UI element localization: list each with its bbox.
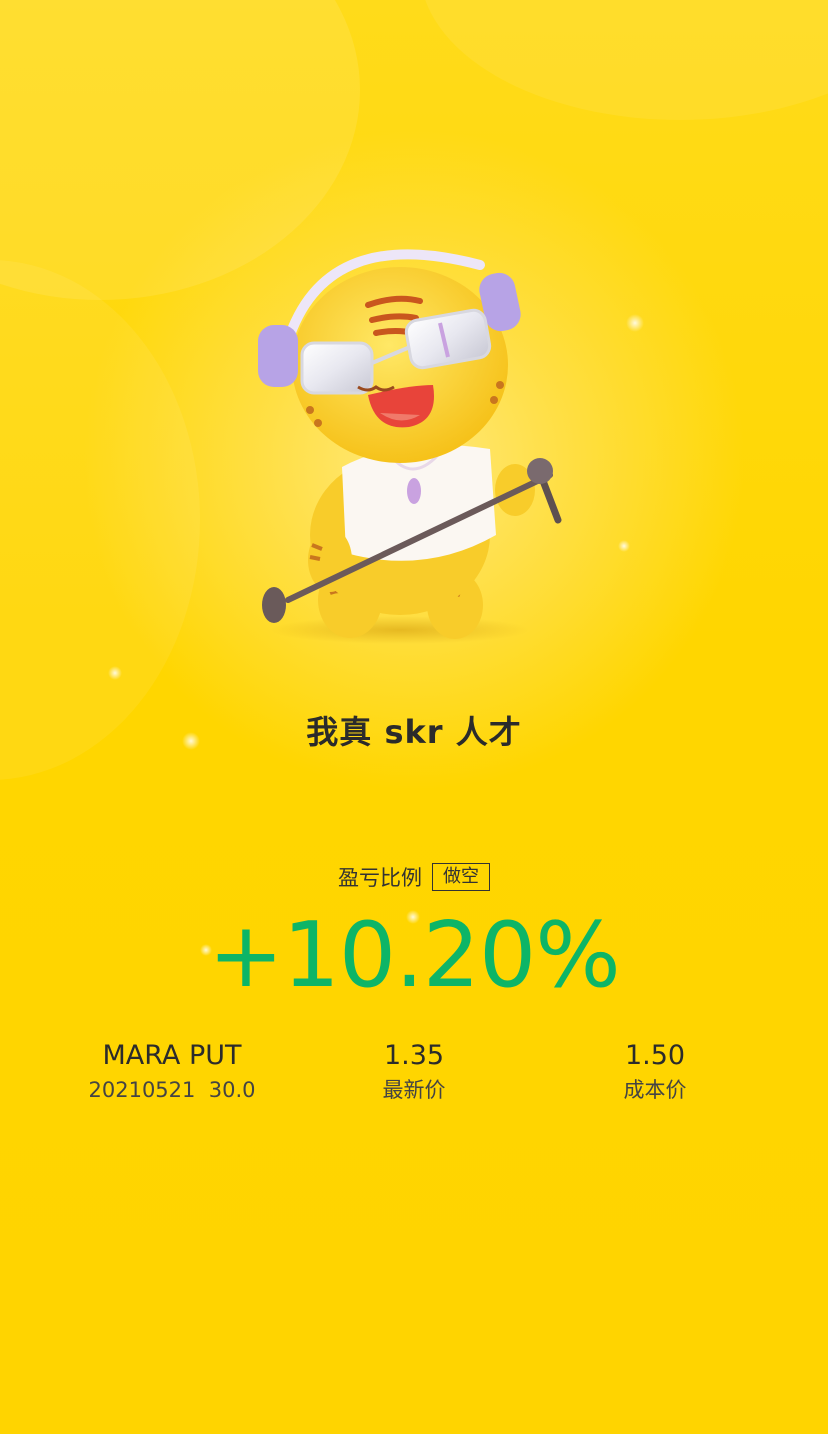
background-wave — [420, 0, 828, 120]
cost-price-stat: 1.50 成本价 — [575, 1038, 735, 1106]
cost-price-label: 成本价 — [623, 1078, 687, 1102]
position-direction-badge: 做空 — [432, 863, 490, 891]
contract-expiry-strike: 20210521 30.0 — [88, 1078, 256, 1102]
contract-info: MARA PUT 20210521 30.0 — [72, 1038, 272, 1106]
tiger-mascot-singing-icon — [258, 249, 562, 644]
latest-price-stat: 1.35 最新价 — [334, 1038, 494, 1106]
profit-loss-percentage: +10.20% — [208, 903, 621, 1008]
sparkle — [108, 666, 122, 680]
background-wave — [0, 260, 200, 780]
cost-price-value: 1.50 — [624, 1040, 686, 1071]
profit-loss-label: 盈亏比例 — [338, 866, 422, 890]
latest-price-value: 1.35 — [383, 1040, 445, 1071]
latest-price-label: 最新价 — [382, 1078, 446, 1102]
sparkle — [618, 540, 630, 552]
profit-loss-header: 盈亏比例 做空 — [0, 862, 828, 892]
result-slogan: 我真 skr 人才 — [306, 713, 522, 751]
contract-symbol: MARA PUT — [102, 1040, 242, 1071]
sparkle — [626, 314, 644, 332]
